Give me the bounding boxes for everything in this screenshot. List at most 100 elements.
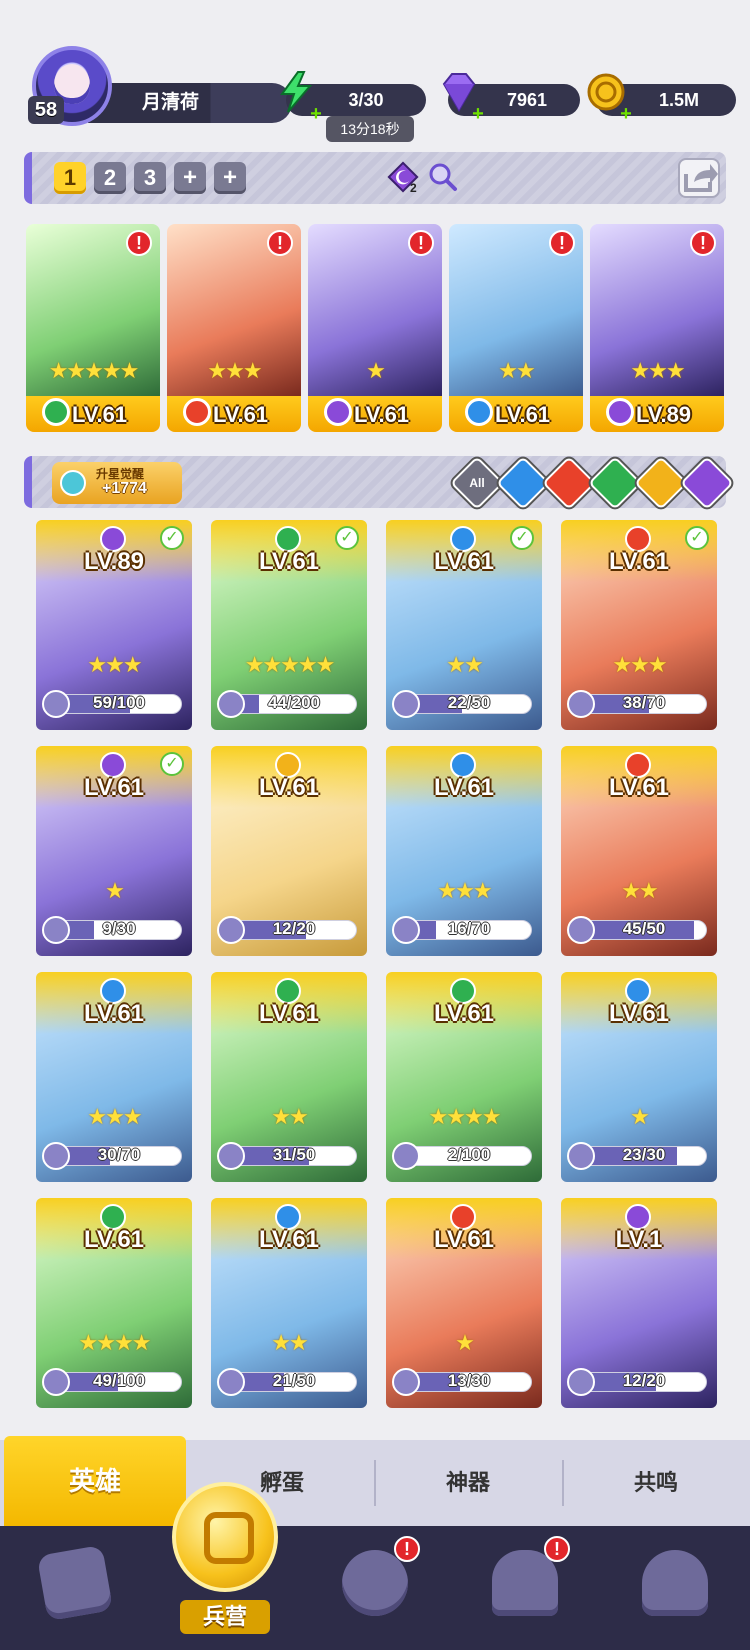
hero-card[interactable]: LV.61 ★ 23/30 — [561, 972, 717, 1182]
cards-icon — [36, 1544, 114, 1622]
shard-progress: 23/30 — [567, 1142, 711, 1170]
water-element-icon — [465, 398, 493, 426]
energy-timer: 13分18秒 — [326, 116, 414, 142]
alert-badge: ! — [690, 230, 716, 256]
hero-level: LV.61 — [258, 1226, 320, 1253]
hero-card[interactable]: LV.61 ★★★★ 49/100 — [36, 1198, 192, 1408]
bottom-nav: ! ! — [0, 1526, 750, 1650]
hero-level: LV.61 — [83, 774, 145, 801]
alert-badge: ! — [408, 230, 434, 256]
shard-count: 9/30 — [102, 919, 136, 938]
shard-progress: 45/50 — [567, 916, 711, 944]
formation-slot[interactable]: ★★★ LV.89! — [590, 224, 724, 432]
star-rating: ★★★ — [630, 358, 685, 383]
hero-card[interactable]: LV.61 ★★★★ 2/100 — [386, 972, 542, 1182]
hero-card[interactable]: LV.61 ★★ 45/50 — [561, 746, 717, 956]
star-rating: ★★ — [498, 358, 535, 383]
shard-progress: 13/30 — [392, 1368, 536, 1396]
filter-all-button[interactable]: All — [450, 456, 504, 510]
hero-card[interactable]: LV.61 ★★★ 30/70 — [36, 972, 192, 1182]
hero-card[interactable]: LV.61 ✓ ★★★★★ 44/200 — [211, 520, 367, 730]
player-level: 58 — [28, 96, 64, 124]
nav-shrine[interactable]: ! — [480, 1536, 570, 1630]
tab-heroes[interactable]: 英雄 — [4, 1436, 186, 1526]
filter-bar: 升星觉醒 +1774 All — [24, 456, 734, 510]
team-tab-1[interactable]: 1 — [54, 162, 86, 194]
tab-resonance[interactable]: 共鸣 — [564, 1440, 748, 1526]
search-icon[interactable] — [426, 160, 460, 194]
gem-counter[interactable]: + 7961 — [442, 73, 580, 124]
shard-count: 31/50 — [272, 1145, 316, 1164]
shard-count: 16/70 — [447, 919, 491, 938]
shard-progress: 44/200 — [217, 690, 361, 718]
shard-progress: 38/70 — [567, 690, 711, 718]
check-icon: ✓ — [510, 526, 534, 550]
coin-counter[interactable]: + 1.5M — [587, 73, 736, 124]
formation-slot[interactable]: ★ LV.61! — [308, 224, 442, 432]
shard-progress: 22/50 — [392, 690, 536, 718]
check-icon: ✓ — [335, 526, 359, 550]
awaken-button[interactable]: 升星觉醒 +1774 — [52, 462, 182, 504]
filter-grass-icon[interactable] — [588, 456, 642, 510]
filter-light-icon[interactable] — [634, 456, 688, 510]
hero-level: LV.61 — [433, 1226, 495, 1253]
formation-slot[interactable]: ★★ LV.61! — [449, 224, 583, 432]
shard-count: 38/70 — [622, 693, 666, 712]
shrine-icon — [492, 1550, 558, 1616]
alert-badge: ! — [544, 1536, 570, 1562]
element-count-badge: 2 — [410, 181, 417, 194]
gem-plus-icon[interactable]: + — [470, 104, 486, 124]
nav-map[interactable]: ! — [330, 1536, 420, 1630]
hero-card[interactable]: LV.61 ★★ 21/50 — [211, 1198, 367, 1408]
shard-progress: 59/100 — [42, 690, 186, 718]
formation-slot[interactable]: ★★★ LV.61! — [167, 224, 301, 432]
check-icon: ✓ — [160, 752, 184, 776]
filter-fire-icon[interactable] — [542, 456, 596, 510]
hero-card[interactable]: LV.61 ★★★ 16/70 — [386, 746, 542, 956]
star-rating: ★★ — [271, 1330, 308, 1355]
hero-level: LV.61 — [495, 402, 551, 427]
tab-artifacts[interactable]: 神器 — [376, 1440, 560, 1526]
team-tab-2[interactable]: 2 — [94, 162, 126, 194]
sub-tab-bar: 英雄 孵蛋 神器 共鸣 — [0, 1436, 750, 1526]
hero-card[interactable]: LV.61 ✓ ★★★ 38/70 — [561, 520, 717, 730]
share-button[interactable] — [678, 158, 720, 198]
team-tab-3[interactable]: 3 — [134, 162, 166, 194]
energy-value: 3/30 — [348, 90, 384, 110]
dark-element-icon[interactable]: 2 — [386, 160, 420, 194]
formation-slot[interactable]: ★★★★★ LV.61! — [26, 224, 160, 432]
filter-dark-icon[interactable] — [680, 456, 734, 510]
nav-cards[interactable] — [30, 1540, 120, 1630]
hero-card[interactable]: LV.61 ★★ 31/50 — [211, 972, 367, 1182]
awaken-count: +1774 — [102, 480, 147, 497]
nav-barracks[interactable]: 兵营 — [166, 1482, 284, 1650]
shard-count: 13/30 — [447, 1371, 491, 1390]
hero-card[interactable]: LV.61 12/20 — [211, 746, 367, 956]
shard-progress: 31/50 — [217, 1142, 361, 1170]
hero-card[interactable]: LV.61 ★ 13/30 — [386, 1198, 542, 1408]
team-add-button-2[interactable]: + — [214, 162, 246, 194]
coin-value: 1.5M — [658, 90, 700, 110]
hero-level: LV.61 — [608, 1000, 670, 1027]
hero-level: LV.61 — [213, 402, 269, 427]
shard-count: 2/100 — [447, 1145, 491, 1164]
hero-card[interactable]: LV.61 ✓ ★★ 22/50 — [386, 520, 542, 730]
alert-badge: ! — [126, 230, 152, 256]
star-rating: ★★★ — [87, 652, 142, 677]
top-status-bar: 月清荷 58 + 3/30 13分18秒 + 7961 + 1.5M — [0, 40, 750, 142]
coin-plus-icon[interactable]: + — [618, 104, 634, 124]
star-rating: ★★★★ — [78, 1330, 152, 1355]
hero-card[interactable]: LV.1 12/20 — [561, 1198, 717, 1408]
energy-plus-icon[interactable]: + — [308, 104, 324, 124]
hero-card[interactable]: LV.89 ✓ ★★★ 59/100 — [36, 520, 192, 730]
hero-card[interactable]: LV.61 ✓ ★ 9/30 — [36, 746, 192, 956]
energy-counter[interactable]: + 3/30 — [280, 71, 426, 124]
team-add-button-1[interactable]: + — [174, 162, 206, 194]
filter-water-icon[interactable] — [496, 456, 550, 510]
hero-level: LV.61 — [608, 774, 670, 801]
nav-mushroom[interactable] — [630, 1540, 720, 1630]
hero-level: LV.61 — [433, 774, 495, 801]
key-icon — [60, 470, 86, 496]
star-rating: ★ — [366, 358, 386, 383]
star-rating: ★★ — [621, 878, 658, 903]
